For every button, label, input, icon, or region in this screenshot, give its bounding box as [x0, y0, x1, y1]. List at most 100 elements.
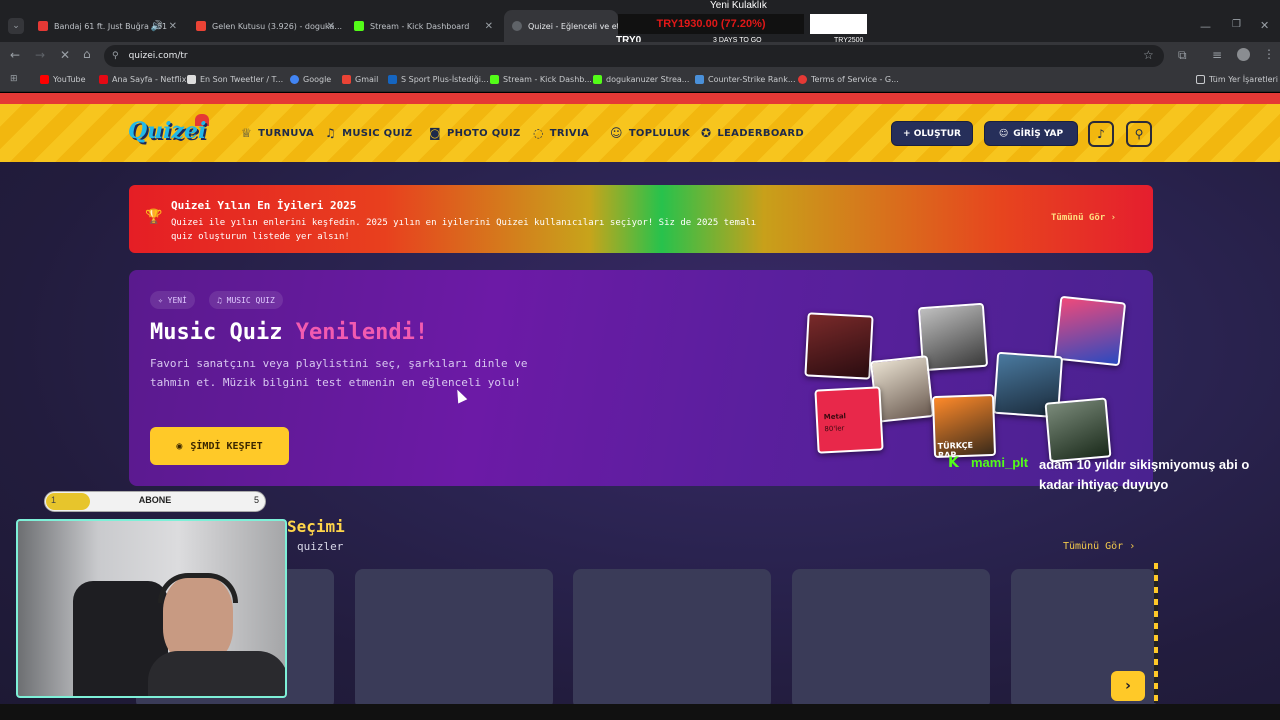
album-cover-metal[interactable]: Metal 80'ler — [814, 386, 884, 454]
hero-title-highlight: Yenilendi! — [295, 320, 429, 345]
tab-quizei[interactable]: Quizei - Eğlenceli ve etkile — [504, 10, 618, 42]
album-cover[interactable] — [917, 302, 989, 372]
bookmark-star-icon[interactable]: ☆ — [1143, 48, 1154, 62]
kick-icon — [490, 75, 499, 84]
quiz-card[interactable] — [355, 569, 553, 709]
minimize-icon[interactable]: — — [1200, 20, 1211, 33]
bookmark-netflix[interactable]: Ana Sayfa - Netflix — [99, 75, 186, 84]
gmail-icon — [342, 75, 351, 84]
streamer-shirt — [148, 651, 285, 696]
nav-label: TRIVIA — [549, 127, 590, 139]
chat-username: mami_plt — [971, 455, 1029, 470]
bookmark-label: Ana Sayfa - Netflix — [112, 75, 187, 84]
tab-gmail[interactable]: Gelen Kutusu (3.926) - doguka... ✕ — [188, 10, 343, 42]
bookmark-counter-strike[interactable]: Counter-Strike Rank... — [695, 75, 796, 84]
tab-kick[interactable]: Stream - Kick Dashboard ✕ — [346, 10, 501, 42]
stop-icon[interactable]: ✕ — [60, 48, 70, 62]
nav-photo-quiz[interactable]: ◙ PHOTO QUIZ — [429, 126, 521, 140]
forward-icon[interactable]: → — [35, 48, 45, 62]
tab-search-icon[interactable]: ⌄ — [8, 18, 24, 34]
nav-trivia[interactable]: ◌ TRIVIA — [533, 126, 589, 140]
nav-label: LEADERBOARD — [717, 127, 805, 139]
bookmark-ssport[interactable]: S Sport Plus-İstediği... — [388, 75, 489, 84]
bookmark-terms[interactable]: Terms of Service - G... — [798, 75, 899, 84]
create-button[interactable]: + OLUŞTUR — [891, 121, 973, 146]
carousel-next-button[interactable]: › — [1111, 671, 1145, 701]
profile-avatar[interactable] — [1237, 48, 1250, 61]
close-icon[interactable]: ✕ — [327, 21, 335, 32]
search-icon: ⚲ — [1134, 127, 1144, 141]
bookmark-google[interactable]: Google — [290, 75, 331, 84]
hero-description: Favori sanatçını veya playlistini seç, ş… — [150, 357, 528, 389]
back-icon[interactable]: ← — [10, 48, 20, 62]
login-button[interactable]: ☺ GİRİŞ YAP — [984, 121, 1078, 146]
kick-icon — [593, 75, 602, 84]
close-window-icon[interactable]: ✕ — [1260, 19, 1269, 32]
home-icon[interactable]: ⌂ — [83, 47, 91, 61]
site-info-icon[interactable]: ⚲ — [112, 51, 119, 61]
youtube-icon — [38, 21, 48, 31]
close-icon[interactable]: ✕ — [485, 21, 493, 32]
all-bookmarks[interactable]: Tüm Yer İşaretleri — [1196, 75, 1278, 84]
album-cover[interactable] — [804, 312, 874, 380]
bookmark-twitter[interactable]: En Son Tweetler / T... — [187, 75, 283, 84]
bookmark-kick-dashboard[interactable]: Stream - Kick Dashb... — [490, 75, 592, 84]
nav-leaderboard[interactable]: ✪ LEADERBOARD — [701, 126, 804, 140]
subscriber-label: ABONE — [138, 495, 172, 505]
maximize-icon[interactable]: ❐ — [1232, 19, 1241, 30]
album-cover-turkce-rap[interactable]: TÜRKÇE RAP — [931, 393, 997, 459]
notifications-button[interactable]: ♪ — [1088, 121, 1114, 147]
discover-button[interactable]: ◉ ŞİMDİ KEŞFET — [150, 427, 289, 465]
extensions-icon[interactable]: ⧉ — [1178, 48, 1187, 63]
headphones-icon — [158, 573, 238, 603]
bookmark-gmail[interactable]: Gmail — [342, 75, 378, 84]
nav-label: MUSIC QUIZ — [342, 127, 413, 139]
bookmark-label: Google — [303, 75, 332, 84]
nav-turnuva[interactable]: ♕ TURNUVA — [241, 126, 314, 140]
bookmark-kick-stream[interactable]: dogukanuzer Strea... — [593, 75, 689, 84]
nav-label: PHOTO QUIZ — [446, 127, 521, 139]
bookmark-label: Gmail — [355, 75, 379, 84]
site-logo[interactable]: Quizei — [128, 118, 206, 144]
bottom-bar — [0, 704, 1280, 720]
folder-icon — [1196, 75, 1205, 84]
site-navbar: Quizei ♕ TURNUVA ♫ MUSIC QUIZ ◙ PHOTO QUIZ … — [0, 104, 1280, 162]
album-label: 80'ler — [824, 424, 845, 434]
quiz-card[interactable] — [792, 569, 990, 709]
goal-title: Yeni Kulaklık — [710, 0, 767, 11]
album-cover[interactable] — [1053, 295, 1127, 367]
tab-youtube[interactable]: Bandaj 61 ft. Just Buğra - 61 🔊 ✕ — [30, 10, 185, 42]
login-label: GİRİŞ YAP — [1013, 128, 1064, 139]
users-icon: ☺ — [610, 126, 623, 140]
tab-title: Quizei - Eğlenceli ve etkile — [528, 21, 618, 31]
close-icon[interactable]: ✕ — [169, 21, 177, 32]
menu-icon[interactable]: ⋮ — [1263, 47, 1275, 61]
album-cover[interactable] — [1044, 397, 1112, 463]
banner-see-all-link[interactable]: Tümünü Gör › — [1051, 213, 1116, 223]
bookmark-label: En Son Tweetler / T... — [200, 75, 284, 84]
section-subtitle: quizler — [297, 540, 344, 553]
url-text: quizei.com/tr — [128, 51, 188, 61]
youtube-icon — [40, 75, 49, 84]
media-icon[interactable]: ≡ — [1212, 48, 1222, 62]
streamer-webcam — [16, 519, 287, 698]
bookmark-label: Counter-Strike Rank... — [708, 75, 796, 84]
bookmark-label: Stream - Kick Dashb... — [503, 75, 592, 84]
quiz-card[interactable] — [573, 569, 771, 709]
kick-badge-icon: K — [948, 455, 959, 471]
nav-topluluk[interactable]: ☺ TOPLULUK — [610, 126, 690, 140]
bookmark-youtube[interactable]: YouTube — [40, 75, 86, 84]
nav-music-quiz[interactable]: ♫ MUSIC QUIZ — [325, 126, 412, 140]
google-icon — [290, 75, 299, 84]
user-icon: ☺ — [998, 128, 1009, 139]
search-button[interactable]: ⚲ — [1126, 121, 1152, 147]
year-best-banner[interactable]: 🏆 Quizei Yılın En İyileri 2025 Quizei il… — [129, 185, 1153, 253]
address-toolbar: ← → ✕ ⌂ ⚲ quizei.com/tr ☆ ⧉ ≡ ⋮ — [0, 42, 1280, 70]
section-see-all-link[interactable]: Tümünü Gör › — [1063, 541, 1135, 552]
apps-icon[interactable]: ⊞ — [10, 74, 18, 84]
map-pin-icon — [798, 75, 807, 84]
album-label: Metal — [823, 412, 847, 422]
banner-description: Quizei ile yılın enlerini keşfedin. 2025… — [171, 218, 757, 242]
trophy-icon: ♕ — [241, 126, 253, 140]
address-bar[interactable]: ⚲ quizei.com/tr — [104, 45, 1164, 67]
